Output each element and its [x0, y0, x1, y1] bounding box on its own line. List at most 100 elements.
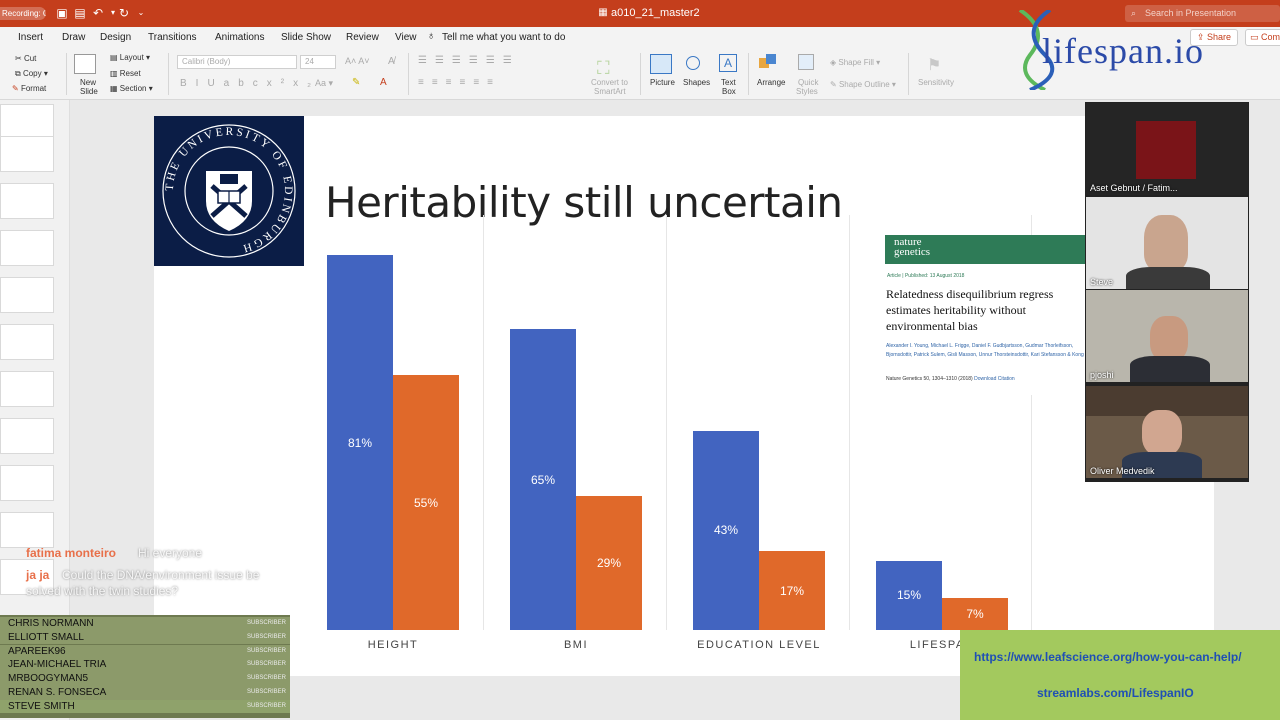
new-slide-label[interactable]: New	[80, 78, 96, 87]
text-box-label[interactable]: Text	[721, 78, 736, 87]
tab-draw[interactable]: Draw	[62, 32, 85, 43]
subscriber-tag: SUBSCRIBER	[246, 620, 286, 626]
arrange-icon[interactable]	[759, 54, 779, 72]
convert-smartart-label-2[interactable]: SmartArt	[594, 87, 626, 96]
tab-review[interactable]: Review	[346, 32, 379, 43]
slide-thumbnail[interactable]	[0, 230, 54, 266]
tab-insert[interactable]: Insert	[18, 32, 43, 43]
redo-icon[interactable]: ↻	[117, 6, 131, 20]
reset-button[interactable]: ▥ Reset	[110, 69, 141, 78]
webcam-tile[interactable]: Aset Gebnut / Fatim...	[1086, 103, 1248, 195]
chat-author: fatima monteiro	[26, 546, 117, 560]
tab-animations[interactable]: Animations	[215, 32, 264, 43]
avatar	[1144, 215, 1188, 271]
slide-title[interactable]: Heritability still uncertain	[325, 178, 843, 227]
article-meta: Article | Published: 13 August 2018	[887, 273, 965, 279]
streamlabs-link[interactable]: streamlabs.com/LifespanIO	[1037, 686, 1194, 700]
avatar	[1136, 121, 1196, 179]
shape-outline-label: Shape Outline	[838, 80, 890, 89]
shape-fill-label: Shape Fill	[838, 58, 874, 67]
slide-thumbnail[interactable]	[0, 136, 54, 172]
sensitivity-label[interactable]: Sensitivity	[918, 78, 954, 87]
tab-slide-show[interactable]: Slide Show	[281, 32, 331, 43]
new-slide-icon[interactable]	[74, 54, 96, 74]
shapes-icon[interactable]	[686, 56, 700, 70]
new-slide-label-2[interactable]: Slide	[80, 87, 98, 96]
highlight-icon[interactable]: ✎	[352, 77, 360, 88]
subscriber-row: APAREEK96 SUBSCRIBER	[0, 644, 290, 659]
recording-badge[interactable]: Recording: OFF	[0, 7, 46, 20]
format-painter-button[interactable]: ✎ Format	[12, 84, 46, 93]
font-case-icon[interactable]: Aa ▾	[315, 78, 333, 89]
picture-label[interactable]: Picture	[650, 78, 675, 87]
subscriber-tag: SUBSCRIBER	[246, 633, 286, 640]
cut-button[interactable]: ✂ Cut	[15, 54, 36, 63]
ribbon-divider	[908, 53, 909, 95]
slide-thumbnail[interactable]	[0, 277, 54, 313]
shapes-label[interactable]: Shapes	[683, 78, 710, 87]
tell-me-input[interactable]: Tell me what you want to do	[442, 32, 565, 43]
shape-fill-button[interactable]: ◈ Shape Fill ▾	[830, 58, 880, 67]
font-style-buttons[interactable]: BIUabcx²x₂	[180, 78, 320, 89]
article-title: Relatedness disequilibrium regress estim…	[886, 287, 1054, 333]
lightbulb-icon: ♁	[427, 30, 436, 42]
webcam-tile[interactable]: Oliver Medvedik	[1086, 386, 1248, 478]
tab-view[interactable]: View	[395, 32, 417, 43]
university-logo: THE UNIVERSITY OF EDINBURGH	[154, 116, 304, 266]
font-size-select[interactable]: 24	[300, 55, 336, 69]
chat-message: Could the DNA/environment issue be	[62, 568, 260, 582]
shape-outline-button[interactable]: ✎ Shape Outline ▾	[830, 80, 896, 89]
tab-transitions[interactable]: Transitions	[148, 32, 197, 43]
cut-label: Cut	[23, 54, 37, 63]
article-authors: Alexander I. Young, Michael L. Frigge, D…	[886, 343, 1084, 358]
subscriber-tag: SUBSCRIBER	[246, 675, 286, 682]
slide-thumbnail[interactable]	[0, 324, 54, 360]
layout-icon: ▤	[110, 53, 120, 62]
subscriber-tag: SUBSCRIBER	[246, 689, 286, 695]
tab-design[interactable]: Design	[100, 32, 131, 43]
slide-thumbnail[interactable]	[0, 104, 54, 140]
chat-author: ja ja	[26, 568, 50, 582]
svg-text:THE UNIVERSITY OF EDINBURGH: THE UNIVERSITY OF EDINBURGH	[164, 126, 294, 255]
section-icon: ▦	[110, 84, 120, 93]
quick-styles-icon[interactable]	[798, 54, 814, 70]
slide-thumbnail[interactable]	[0, 465, 54, 501]
sidebar-toggle-icon[interactable]: ▣	[55, 6, 69, 20]
subscriber-row: MRBOOGYMAN5 SUBSCRIBER	[0, 672, 290, 686]
participant-name: Steve	[1090, 277, 1114, 287]
quick-styles-label[interactable]: Quick	[798, 78, 818, 87]
undo-icon[interactable]: ↶	[91, 6, 105, 20]
webcam-tile[interactable]: pjoshi	[1086, 290, 1248, 382]
text-box-label-2[interactable]: Box	[722, 87, 736, 96]
text-box-icon[interactable]: A	[719, 54, 737, 72]
clear-format-icon[interactable]: A̸	[388, 56, 395, 67]
document-title: a010_21_master2	[611, 7, 700, 19]
citation-text: Nature Genetics 50, 1304–1310 (2018)	[886, 376, 973, 382]
slide-thumbnail[interactable]	[0, 371, 54, 407]
slide-thumbnail[interactable]	[0, 418, 54, 454]
customize-toolbar-icon[interactable]: ⌄	[134, 6, 148, 20]
convert-smartart-label[interactable]: Convert to	[591, 78, 628, 87]
arrange-label[interactable]: Arrange	[757, 78, 785, 87]
picture-icon[interactable]	[650, 54, 672, 74]
webcam-tile[interactable]: Steve	[1086, 197, 1248, 289]
quick-styles-label-2[interactable]: Styles	[796, 87, 818, 96]
copy-button[interactable]: ⧉ Copy ▾	[15, 69, 48, 79]
reset-icon: ▥	[110, 69, 120, 78]
font-color-icon[interactable]: A	[380, 77, 387, 88]
chat-message-continued: solved with the twin studies?	[26, 584, 179, 598]
smartart-icon[interactable]: ⛶	[597, 58, 610, 79]
layout-button[interactable]: ▤ Layout ▾	[110, 53, 150, 62]
list-buttons[interactable]: ☰☰☰☰☰☰	[418, 55, 520, 66]
align-buttons[interactable]: ≡≡≡≡≡≡	[418, 77, 501, 88]
font-name-select[interactable]: Calibri (Body)	[177, 55, 297, 69]
slide-thumbnail[interactable]	[0, 512, 54, 548]
slide-thumbnail[interactable]	[0, 183, 54, 219]
sensitivity-icon[interactable]: ⚑	[927, 55, 941, 75]
font-size-controls[interactable]: A˄ A˅	[345, 56, 370, 66]
section-button[interactable]: ▦ Section ▾	[110, 84, 153, 93]
participant-body	[1126, 267, 1210, 289]
save-icon[interactable]: ▤	[73, 6, 87, 20]
subscriber-row: CHRIS NORMANN SUBSCRIBER	[0, 617, 290, 631]
leafscience-link[interactable]: https://www.leafscience.org/how-you-can-…	[974, 650, 1242, 664]
